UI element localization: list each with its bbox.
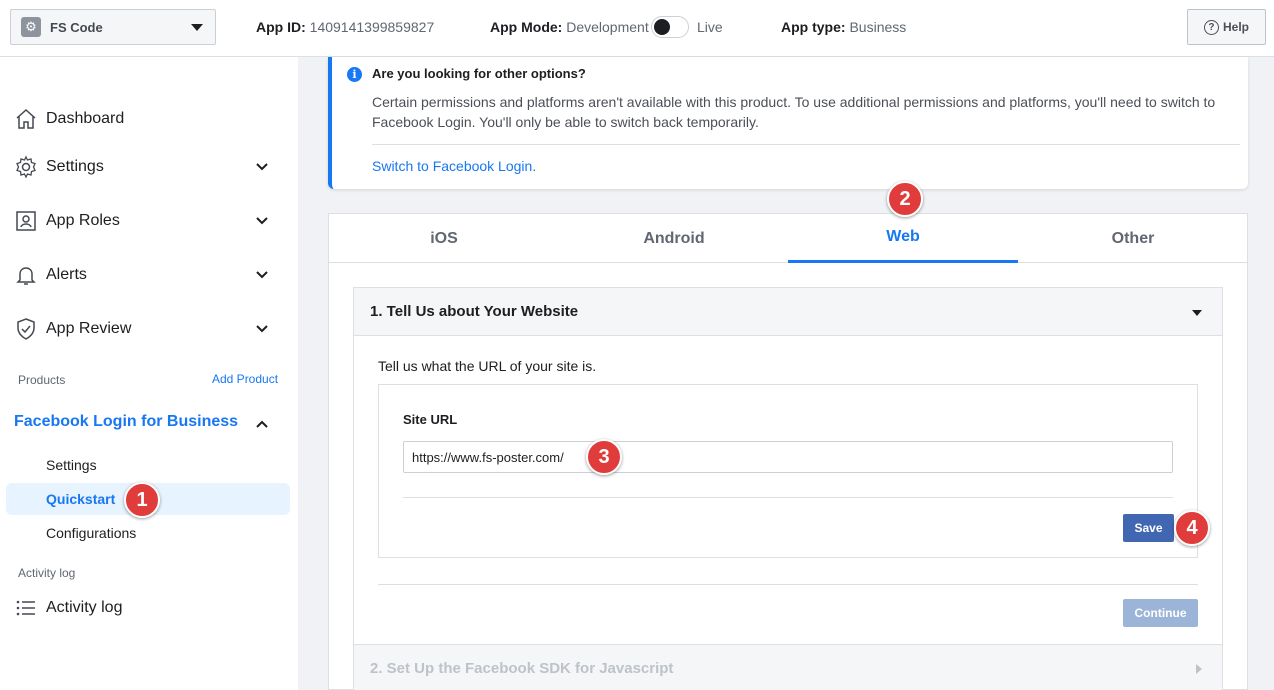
app-id: App ID: 1409141399859827 bbox=[256, 19, 434, 35]
sidebar-item-label: App Roles bbox=[46, 212, 120, 229]
step-badge-1: 1 bbox=[124, 482, 160, 518]
chevron-down-icon bbox=[250, 263, 274, 287]
quickstart-panel: iOS Android Web Other 1. Tell Us about Y… bbox=[328, 213, 1248, 690]
activity-section-label: Activity log bbox=[18, 566, 76, 580]
app-mode-live-label: Live bbox=[697, 19, 723, 35]
step-1-header[interactable]: 1. Tell Us about Your Website bbox=[354, 288, 1222, 336]
add-product-link[interactable]: Add Product bbox=[212, 372, 278, 386]
tab-ios[interactable]: iOS bbox=[329, 214, 559, 263]
step-badge-4: 4 bbox=[1174, 510, 1210, 546]
step-1-section: 1. Tell Us about Your Website Tell us wh… bbox=[353, 287, 1223, 645]
sidebar-item-app-roles[interactable]: App Roles bbox=[14, 205, 274, 237]
bell-icon bbox=[14, 263, 38, 287]
sidebar-subitem-settings[interactable]: Settings bbox=[46, 457, 97, 473]
app-mode-toggle[interactable] bbox=[651, 16, 689, 38]
step-2-title: 2. Set Up the Facebook SDK for Javascrip… bbox=[370, 660, 674, 677]
step-badge-3: 3 bbox=[586, 439, 622, 475]
question-icon: ? bbox=[1203, 19, 1219, 35]
app-type-label: App type: bbox=[781, 19, 846, 35]
caret-right-icon bbox=[1196, 664, 1202, 674]
help-button[interactable]: ? Help bbox=[1187, 9, 1266, 45]
divider bbox=[403, 497, 1173, 498]
continue-button[interactable]: Continue bbox=[1123, 599, 1198, 627]
app-selector-dropdown[interactable]: ⚙ FS Code bbox=[10, 9, 216, 45]
home-icon bbox=[14, 107, 38, 131]
step-1-title: 1. Tell Us about Your Website bbox=[370, 303, 579, 320]
tab-other[interactable]: Other bbox=[1018, 214, 1248, 263]
step-2-header[interactable]: 2. Set Up the Facebook SDK for Javascrip… bbox=[354, 645, 1222, 690]
step-2-section: 2. Set Up the Facebook SDK for Javascrip… bbox=[353, 644, 1223, 690]
sidebar-item-activity-log[interactable]: Activity log bbox=[14, 592, 274, 624]
shield-check-icon bbox=[14, 317, 38, 341]
sidebar-item-label: Alerts bbox=[46, 266, 87, 283]
toggle-knob bbox=[654, 19, 670, 35]
products-section-label: Products bbox=[18, 373, 66, 387]
save-button[interactable]: Save bbox=[1123, 514, 1174, 542]
step-badge-2: 2 bbox=[887, 181, 923, 217]
step-1-intro: Tell us what the URL of your site is. bbox=[378, 358, 597, 374]
sidebar-item-app-review[interactable]: App Review bbox=[14, 313, 274, 345]
chevron-down-icon bbox=[250, 209, 274, 233]
sidebar-item-label: Settings bbox=[46, 158, 104, 175]
person-badge-icon bbox=[14, 209, 38, 233]
divider bbox=[378, 584, 1198, 585]
switch-to-facebook-login-link[interactable]: Switch to Facebook Login. bbox=[372, 158, 536, 174]
top-bar: ⚙ FS Code App ID: 1409141399859827 App M… bbox=[0, 0, 1274, 57]
sidebar-item-alerts[interactable]: Alerts bbox=[14, 259, 274, 291]
chevron-up-icon[interactable] bbox=[250, 412, 274, 436]
platform-tabs: iOS Android Web Other bbox=[329, 214, 1247, 263]
info-icon: i bbox=[347, 67, 362, 82]
help-label: Help bbox=[1222, 20, 1249, 34]
app-type: App type: Business bbox=[781, 19, 906, 35]
tab-android[interactable]: Android bbox=[559, 214, 789, 263]
sidebar: Dashboard Settings App Roles Alerts App … bbox=[0, 57, 298, 690]
site-url-label: Site URL bbox=[403, 412, 458, 427]
site-url-box: Site URL Save bbox=[378, 384, 1198, 558]
divider bbox=[372, 144, 1240, 145]
sidebar-item-label: App Review bbox=[46, 320, 132, 337]
chevron-down-icon bbox=[250, 317, 274, 341]
sidebar-item-label: Dashboard bbox=[46, 110, 125, 127]
app-name: FS Code bbox=[50, 19, 103, 35]
sidebar-item-dashboard[interactable]: Dashboard bbox=[14, 103, 274, 135]
gear-icon bbox=[14, 155, 38, 179]
app-type-value: Business bbox=[849, 19, 907, 35]
caret-down-icon bbox=[191, 24, 203, 31]
caret-down-icon bbox=[1192, 310, 1202, 316]
tab-web[interactable]: Web bbox=[788, 214, 1018, 263]
options-notice: i Are you looking for other options? Cer… bbox=[328, 57, 1248, 189]
app-mode: App Mode: Development bbox=[490, 19, 649, 35]
app-gear-icon: ⚙ bbox=[21, 17, 41, 37]
notice-body: Certain permissions and platforms aren't… bbox=[372, 94, 1216, 130]
chevron-down-icon bbox=[250, 155, 274, 179]
site-url-input[interactable] bbox=[403, 441, 1173, 473]
sidebar-item-settings[interactable]: Settings bbox=[14, 151, 274, 183]
app-mode-value: Development bbox=[566, 19, 649, 35]
app-id-value: 1409141399859827 bbox=[309, 19, 435, 35]
list-icon bbox=[14, 596, 38, 620]
sidebar-item-label: Activity log bbox=[46, 599, 123, 616]
app-id-label: App ID: bbox=[256, 19, 306, 35]
product-facebook-login-for-business[interactable]: Facebook Login for Business bbox=[14, 413, 238, 431]
notice-title: Are you looking for other options? bbox=[372, 66, 586, 81]
sidebar-subitem-quickstart[interactable]: Quickstart bbox=[46, 491, 115, 507]
app-mode-label: App Mode: bbox=[490, 19, 563, 35]
sidebar-subitem-configurations[interactable]: Configurations bbox=[46, 525, 136, 541]
